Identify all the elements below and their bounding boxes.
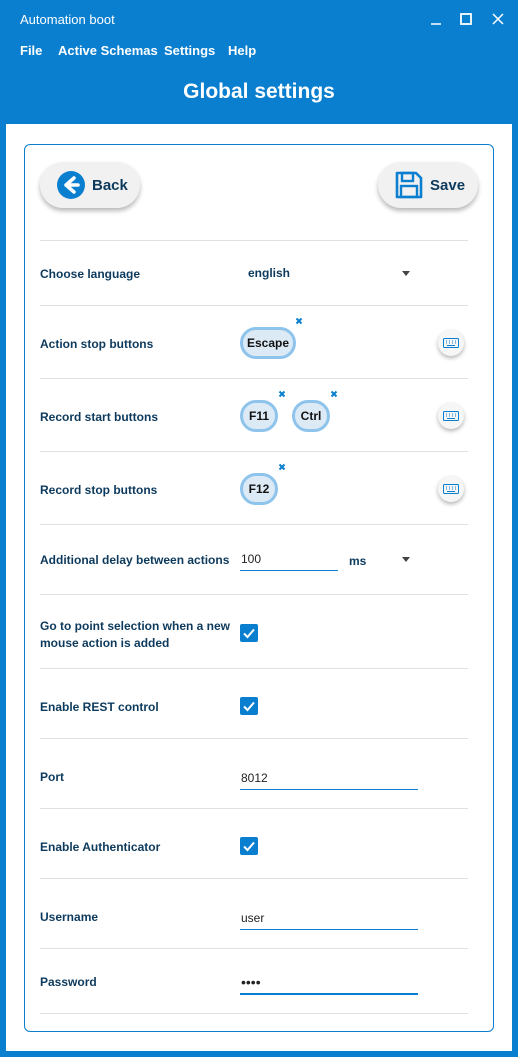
point-selection-label-line2: mouse action is added <box>40 636 170 650</box>
password-label: Password <box>40 975 97 989</box>
floppy-disk-icon <box>395 171 423 199</box>
settings-card: Back Save Choose language english Action… <box>24 144 494 1032</box>
divider <box>40 668 468 669</box>
key-chip-f11: F11 <box>240 400 278 432</box>
chevron-down-icon[interactable] <box>402 557 410 562</box>
divider <box>40 808 468 809</box>
divider <box>40 240 468 241</box>
remove-key-icon[interactable] <box>276 461 288 473</box>
save-label: Save <box>430 176 466 194</box>
rest-control-checkbox[interactable] <box>240 697 258 715</box>
close-button[interactable] <box>484 6 512 32</box>
authenticator-checkbox[interactable] <box>240 837 258 855</box>
menu-bar: File Active Schemas Settings Help <box>0 38 518 64</box>
rest-control-label: Enable REST control <box>40 700 159 714</box>
menu-file[interactable]: File <box>20 43 42 58</box>
back-label: Back <box>92 176 128 194</box>
back-button[interactable]: Back <box>40 162 140 208</box>
remove-key-icon[interactable] <box>276 388 288 400</box>
remove-key-icon[interactable] <box>293 315 305 327</box>
keyboard-icon <box>443 484 459 494</box>
divider <box>40 948 468 949</box>
close-icon <box>492 13 504 25</box>
checkmark-icon <box>243 701 255 712</box>
authenticator-label: Enable Authenticator <box>40 840 161 854</box>
divider <box>40 738 468 739</box>
delay-input[interactable] <box>240 547 338 571</box>
remove-key-icon[interactable] <box>328 388 340 400</box>
menu-settings[interactable]: Settings <box>164 43 215 58</box>
keyboard-icon <box>443 411 459 421</box>
action-stop-label: Action stop buttons <box>40 337 154 351</box>
key-chip-ctrl: Ctrl <box>292 400 330 432</box>
record-keys-button[interactable] <box>438 476 464 502</box>
key-chip-escape: Escape <box>240 327 296 359</box>
divider <box>40 594 468 595</box>
content-area: Back Save Choose language english Action… <box>6 124 512 1051</box>
language-select[interactable]: english <box>248 266 290 280</box>
divider <box>40 1013 468 1014</box>
delay-unit-select[interactable]: ms <box>349 554 366 568</box>
arrow-left-circle-icon <box>57 171 85 199</box>
menu-active-schemas[interactable]: Active Schemas <box>58 43 158 58</box>
save-button[interactable]: Save <box>378 162 478 208</box>
chevron-down-icon[interactable] <box>402 271 410 276</box>
port-label: Port <box>40 770 64 784</box>
delay-label: Additional delay between actions <box>40 553 230 567</box>
app-title: Automation boot <box>20 12 115 27</box>
menu-help[interactable]: Help <box>228 43 256 58</box>
record-stop-label: Record stop buttons <box>40 483 158 497</box>
divider <box>40 305 468 306</box>
language-label: Choose language <box>40 267 141 281</box>
checkmark-icon <box>243 841 255 852</box>
record-keys-button[interactable] <box>438 330 464 356</box>
record-start-label: Record start buttons <box>40 410 159 424</box>
minimize-button[interactable] <box>422 6 450 32</box>
keyboard-icon <box>443 338 459 348</box>
key-chip-f12: F12 <box>240 473 278 505</box>
port-input[interactable] <box>240 766 418 790</box>
divider <box>40 524 468 525</box>
username-label: Username <box>40 910 99 924</box>
maximize-icon <box>460 13 472 25</box>
divider <box>40 378 468 379</box>
record-keys-button[interactable] <box>438 403 464 429</box>
username-input[interactable] <box>240 906 418 930</box>
divider <box>40 878 468 879</box>
page-title: Global settings <box>183 80 335 103</box>
minimize-icon <box>431 23 441 25</box>
point-selection-label-line1: Go to point selection when a new <box>40 619 231 633</box>
maximize-button[interactable] <box>452 6 480 32</box>
checkmark-icon <box>243 628 255 639</box>
divider <box>40 451 468 452</box>
title-bar: Automation boot <box>0 0 518 38</box>
password-input[interactable] <box>240 971 418 995</box>
point-selection-checkbox[interactable] <box>240 624 258 642</box>
